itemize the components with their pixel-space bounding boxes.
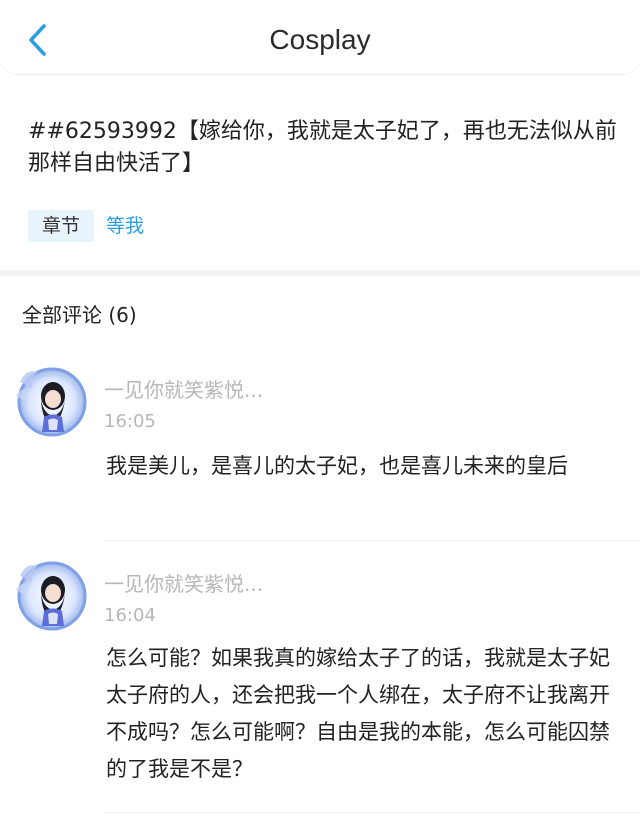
comment-username[interactable]: 一见你就笑紫悦...: [104, 570, 263, 598]
comments-count-label: 全部评论 (6): [22, 303, 137, 327]
page: Cosplay ##62593992【嫁给你，我就是太子妃了，再也无法似从前那样…: [0, 0, 640, 826]
comment-divider: [104, 812, 640, 813]
comment-username[interactable]: 一见你就笑紫悦...: [104, 376, 263, 404]
tag-link-wait-for-me[interactable]: 等我: [106, 210, 144, 242]
top-nav-bar: Cosplay: [0, 0, 640, 75]
comment-timestamp: 16:04: [104, 605, 156, 626]
post-text: ##62593992【嫁给你，我就是太子妃了，再也无法似从前那样自由快活了】: [28, 119, 617, 176]
post-tags: 章节 等我: [28, 210, 144, 242]
page-title: Cosplay: [269, 24, 371, 55]
comment-text: 怎么可能？如果我真的嫁给太子了的话，我就是太子妃太子府的人，还会把我一个人绑在，…: [106, 646, 610, 781]
comment-timestamp: 16:05: [104, 411, 156, 432]
section-separator: [0, 270, 640, 276]
user-avatar[interactable]: [12, 362, 88, 438]
comment-text: 我是美儿，是喜儿的太子妃，也是喜儿未来的皇后: [106, 454, 568, 478]
user-avatar[interactable]: [12, 556, 88, 632]
comment-divider: [104, 540, 640, 541]
tag-chip-chapter[interactable]: 章节: [28, 210, 95, 242]
